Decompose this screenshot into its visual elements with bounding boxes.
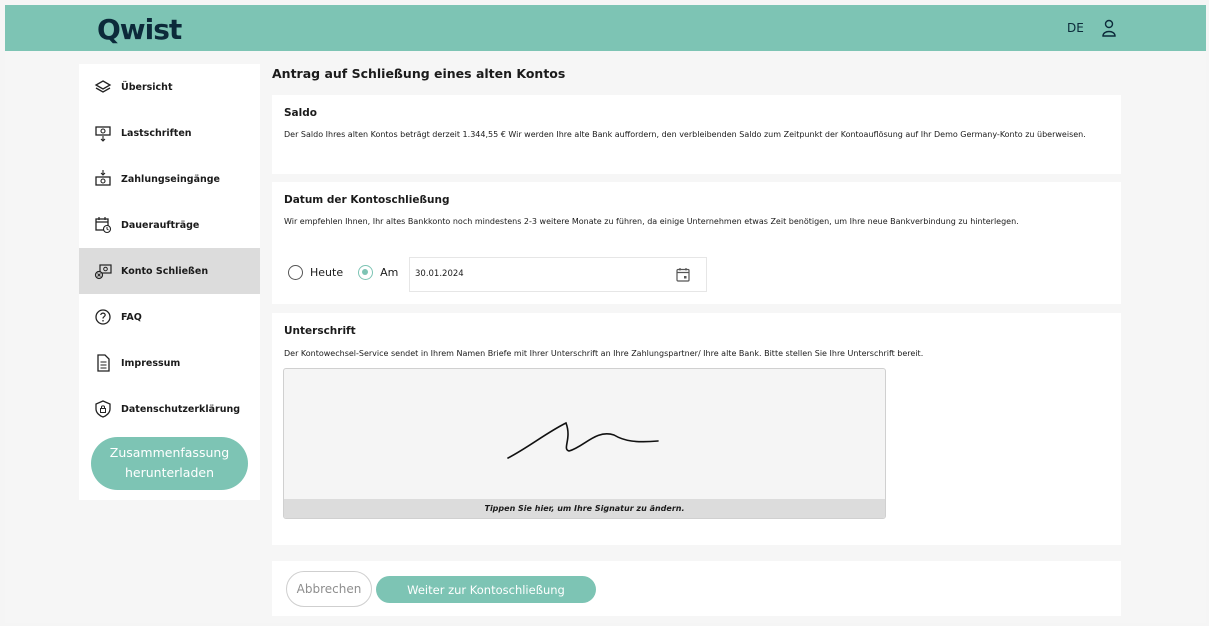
continue-close-account-button[interactable]: Weiter zur Kontoschließung	[376, 576, 596, 603]
date-card: Datum der Kontoschließung Wir empfehlen …	[272, 182, 1121, 304]
close-account-icon	[94, 264, 112, 280]
saldo-text: Der Saldo Ihres alten Kontos beträgt der…	[284, 130, 1086, 139]
money-in-icon	[95, 170, 111, 186]
sidebar-item-zahlungseingaenge[interactable]: Zahlungseingänge	[79, 156, 260, 202]
sidebar-item-uebersicht[interactable]: Übersicht	[79, 64, 260, 110]
page-title: Antrag auf Schließung eines alten Kontos	[272, 66, 566, 81]
sidebar-item-label: Impressum	[121, 357, 181, 369]
sidebar-item-label: Konto Schließen	[121, 265, 209, 277]
sidebar-item-label: Datenschutzerklärung	[121, 403, 241, 415]
signature-title: Unterschrift	[284, 325, 356, 337]
money-out-icon	[95, 126, 111, 142]
sidebar-item-dauerauftraege[interactable]: Daueraufträge	[79, 202, 260, 248]
action-bar: Abbrechen Weiter zur Kontoschließung	[272, 561, 1121, 616]
sidebar-item-label: Übersicht	[121, 81, 173, 93]
sidebar-item-impressum[interactable]: Impressum	[79, 340, 260, 386]
signature-text: Der Kontowechsel-Service sendet in Ihrem…	[284, 349, 924, 358]
sidebar-item-datenschutz[interactable]: Datenschutzerklärung	[79, 386, 260, 432]
help-icon	[95, 309, 111, 325]
saldo-card: Saldo Der Saldo Ihres alten Kontos beträ…	[272, 95, 1121, 174]
signature-drawing	[507, 421, 659, 459]
sidebar-item-lastschriften[interactable]: Lastschriften	[79, 110, 260, 156]
calendar-clock-icon	[95, 217, 112, 234]
sidebar-item-label: Zahlungseingänge	[121, 173, 220, 185]
date-text: Wir empfehlen Ihnen, Ihr altes Bankkonto…	[284, 217, 1019, 226]
signature-card: Unterschrift Der Kontowechsel-Service se…	[272, 313, 1121, 545]
sidebar-item-label: FAQ	[121, 311, 142, 323]
signature-pad[interactable]: Tippen Sie hier, um Ihre Signatur zu änd…	[283, 368, 886, 519]
signature-edit-caption[interactable]: Tippen Sie hier, um Ihre Signatur zu änd…	[284, 499, 885, 518]
sidebar: Übersicht Lastschriften Zahlungseingänge…	[79, 64, 260, 500]
logo[interactable]: Qwist	[97, 13, 182, 46]
radio-on-date-label: Am	[380, 266, 399, 279]
download-summary-label-line1: Zusammenfassung	[109, 445, 230, 460]
cancel-button[interactable]: Abbrechen	[286, 571, 372, 607]
date-title: Datum der Kontoschließung	[284, 194, 450, 206]
sidebar-item-konto-schliessen[interactable]: Konto Schließen	[79, 248, 260, 294]
top-header: Qwist DE	[5, 5, 1206, 51]
sidebar-item-label: Lastschriften	[121, 127, 192, 139]
date-option-group: Heute Am	[288, 265, 398, 280]
sidebar-item-faq[interactable]: FAQ	[79, 294, 260, 340]
calendar-icon[interactable]	[676, 267, 690, 282]
saldo-title: Saldo	[284, 107, 317, 119]
download-summary-label-line2: herunterladen	[124, 465, 214, 480]
user-icon[interactable]	[1101, 19, 1117, 37]
language-selector[interactable]: DE	[1067, 21, 1084, 35]
radio-today[interactable]	[288, 265, 303, 280]
date-input-value: 30.01.2024	[415, 269, 464, 279]
layers-icon	[94, 80, 112, 93]
shield-icon	[95, 400, 111, 418]
sidebar-item-label: Daueraufträge	[121, 219, 200, 231]
radio-today-label: Heute	[310, 266, 344, 279]
date-input[interactable]: 30.01.2024	[409, 257, 707, 292]
download-summary-button[interactable]: Zusammenfassung herunterladen	[91, 437, 248, 490]
document-icon	[97, 354, 110, 372]
radio-on-date[interactable]	[358, 265, 374, 280]
